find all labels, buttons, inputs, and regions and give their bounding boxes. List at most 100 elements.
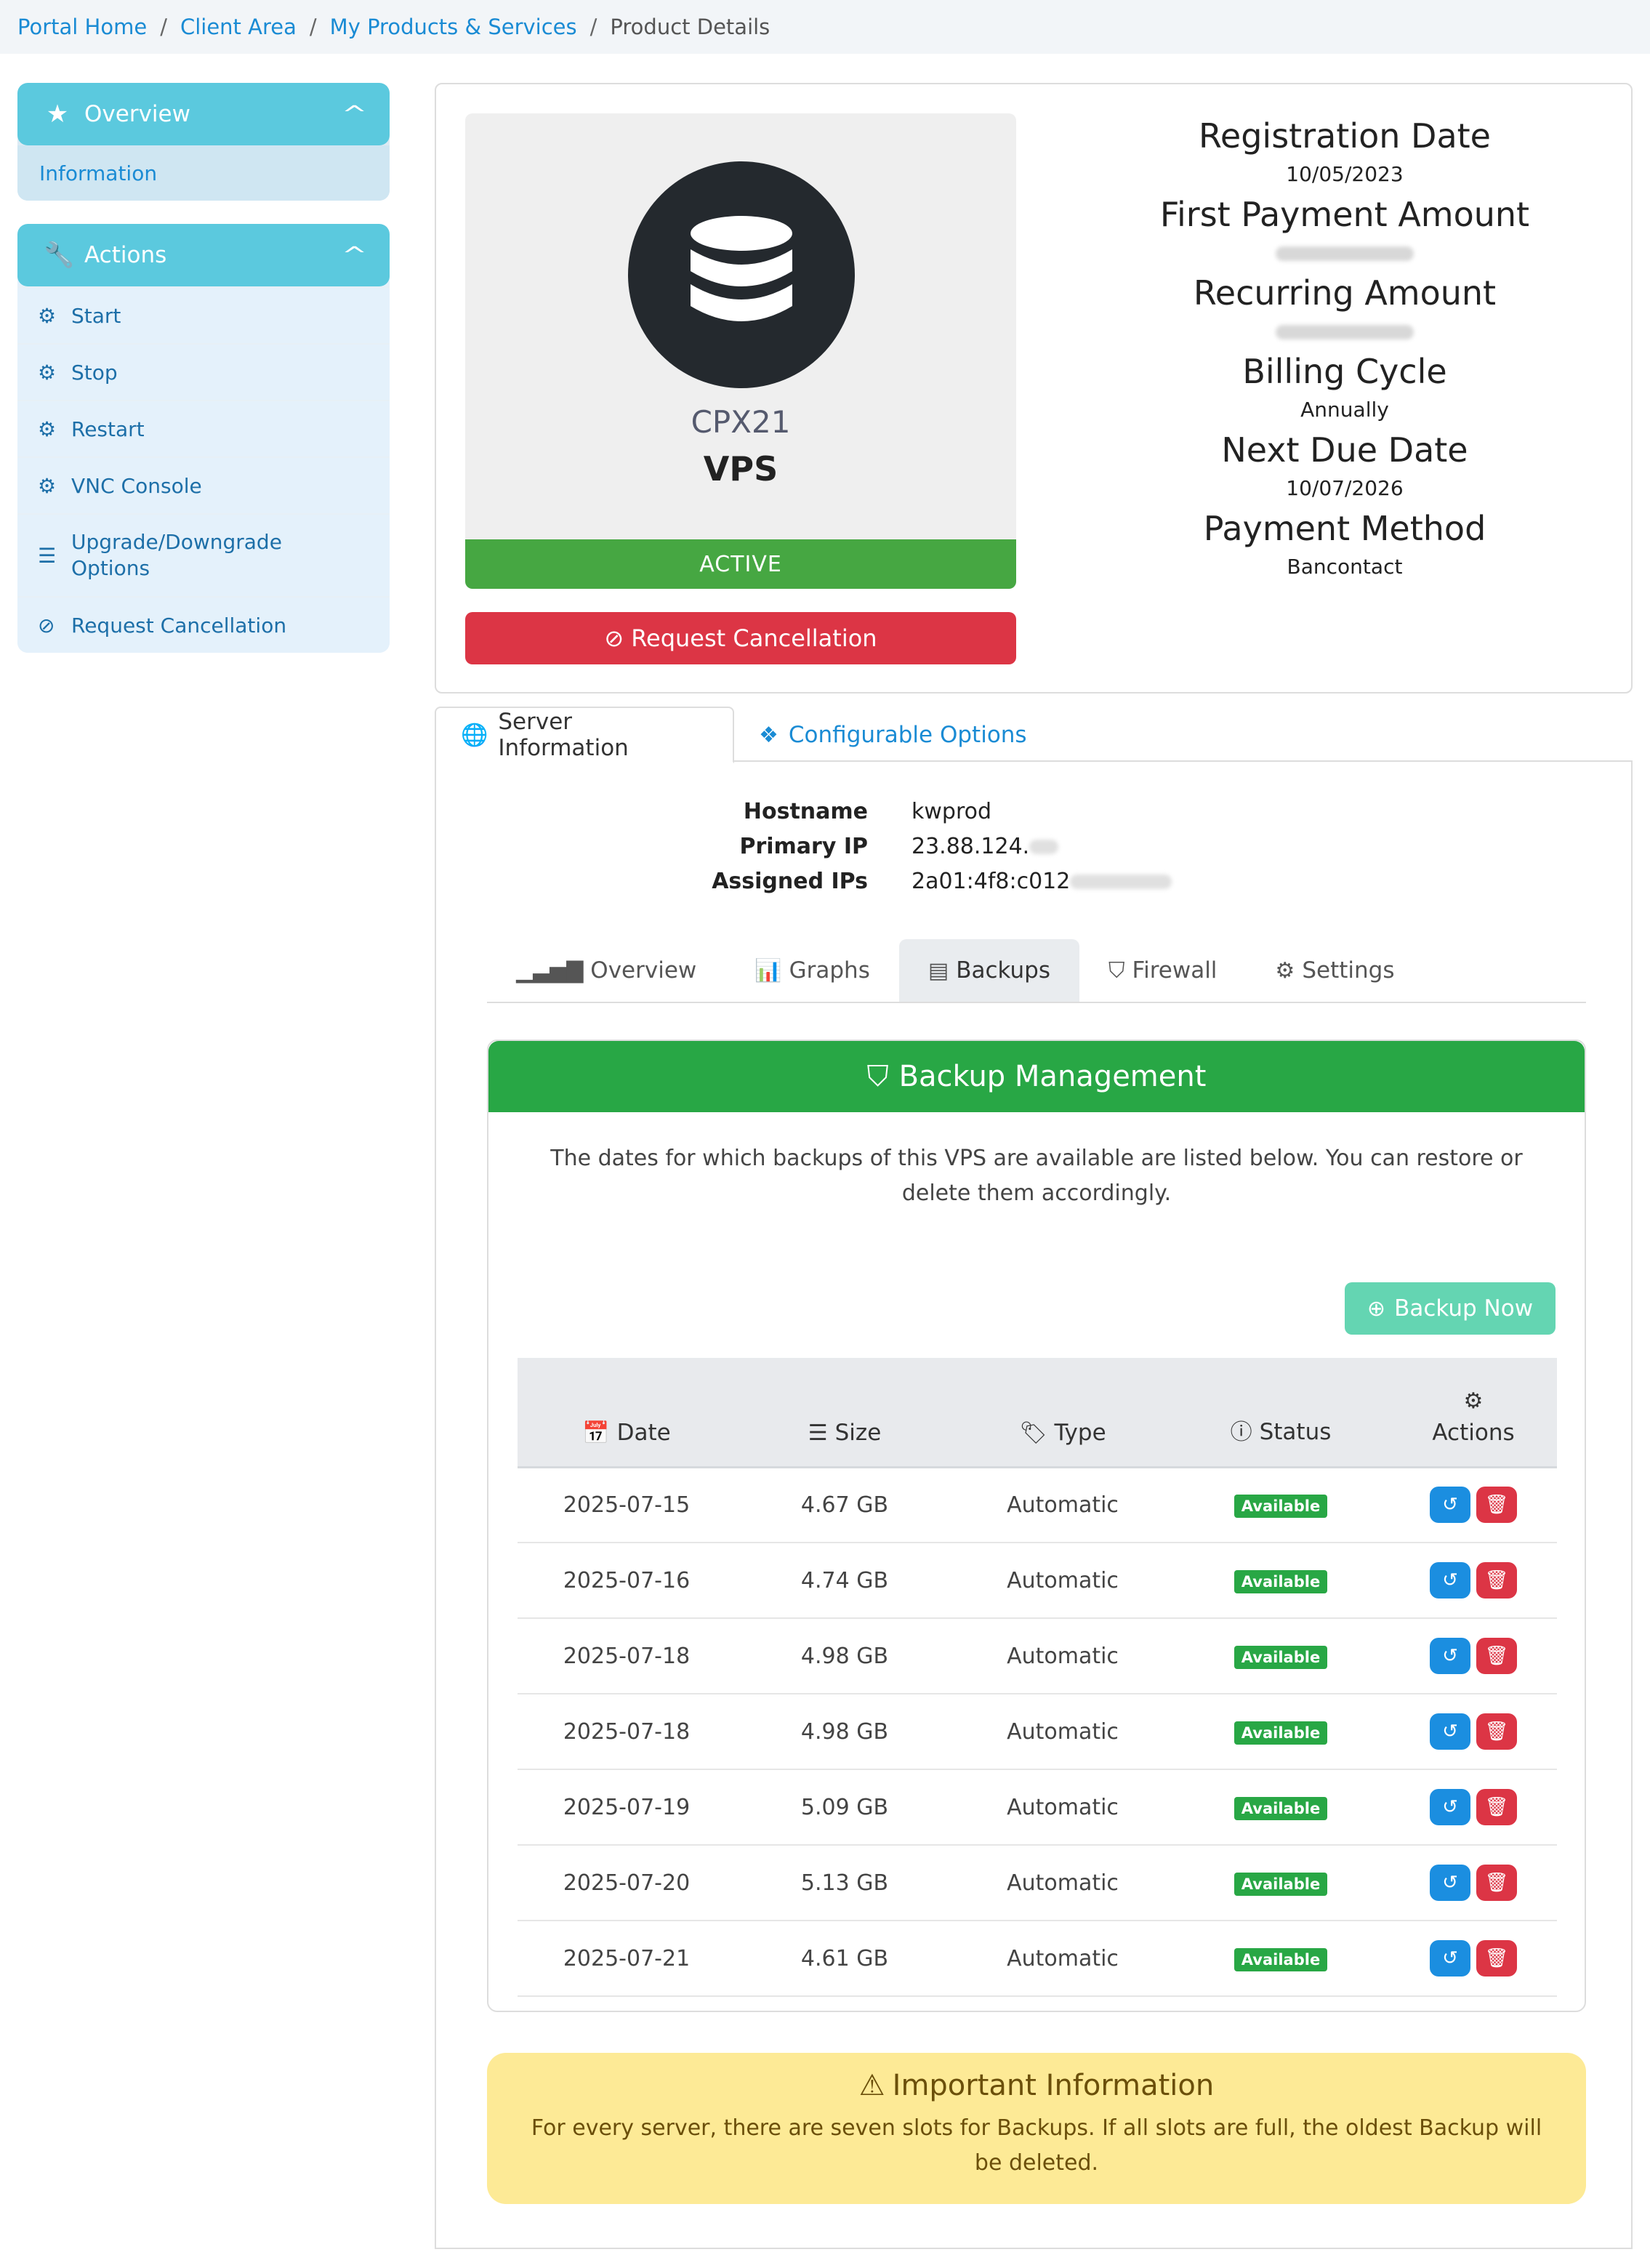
- delete-button[interactable]: 🗑: [1476, 1713, 1517, 1750]
- backup-now-button[interactable]: ⊕ Backup Now: [1345, 1282, 1556, 1335]
- backup-type: Automatic: [954, 1694, 1172, 1770]
- backup-status: Available: [1172, 1543, 1390, 1619]
- backup-type: Automatic: [954, 1769, 1172, 1846]
- trash-icon: 🗑: [1484, 1645, 1509, 1667]
- gear-icon: ⚙: [1275, 957, 1295, 984]
- important-information: ⚠ Important Information For every server,…: [487, 2053, 1586, 2204]
- backup-actions: ↺ 🗑: [1390, 1921, 1557, 1997]
- globe-icon: 🌐: [461, 722, 488, 748]
- column-label: Date: [616, 1419, 671, 1446]
- column-label: Actions: [1432, 1419, 1515, 1446]
- sidebar-overview-title: Overview: [84, 101, 190, 127]
- restore-button[interactable]: ↺: [1430, 1562, 1470, 1599]
- delete-button[interactable]: 🗑: [1476, 1789, 1517, 1825]
- backup-actions: ↺ 🗑: [1390, 1694, 1557, 1770]
- product-card: CPX21 VPS ACTIVE ⊘ Request Cancellation …: [435, 83, 1633, 693]
- backup-actions: ↺ 🗑: [1390, 1618, 1557, 1694]
- status-badge: Available: [1234, 1948, 1328, 1971]
- sidebar-item-stop[interactable]: ⚙ Stop: [17, 343, 390, 400]
- subtab-settings[interactable]: ⚙ Settings: [1246, 939, 1423, 1002]
- sidebar-item-information[interactable]: Information: [17, 145, 390, 201]
- backup-size: 4.98 GB: [736, 1694, 954, 1770]
- backup-type: Automatic: [954, 1467, 1172, 1543]
- wrench-icon: 🔧: [44, 241, 75, 270]
- table-header-row: 📅 Date ☰ Size 🏷 Type ⓘ Status ⚙ Actions: [518, 1358, 1557, 1468]
- backup-actions: ↺ 🗑: [1390, 1845, 1557, 1921]
- column-type: 🏷 Type: [954, 1358, 1172, 1468]
- backup-size: 4.61 GB: [736, 1921, 954, 1997]
- sidebar-item-start[interactable]: ⚙ Start: [17, 286, 390, 343]
- delete-button[interactable]: 🗑: [1476, 1487, 1517, 1524]
- backups-table: 📅 Date ☰ Size 🏷 Type ⓘ Status ⚙ Actions 2025-…: [518, 1358, 1557, 1997]
- sidebar-item-vnc-console[interactable]: ⚙ VNC Console: [17, 457, 390, 513]
- server-subtabs: ▁▃▅▇ Overview 📊 Graphs ▤ Backups ⛉ Firew…: [487, 939, 1586, 1003]
- subtab-firewall[interactable]: ⛉ Firewall: [1079, 939, 1246, 1002]
- restore-button[interactable]: ↺: [1430, 1789, 1470, 1825]
- gears-icon: ⚙: [1463, 1388, 1484, 1414]
- subtab-overview[interactable]: ▁▃▅▇ Overview: [487, 939, 725, 1002]
- backup-type: Automatic: [954, 1543, 1172, 1619]
- undo-icon: ↺: [1442, 1569, 1458, 1591]
- breadcrumb-portal-home[interactable]: Portal Home: [17, 15, 147, 39]
- subtab-graphs[interactable]: 📊 Graphs: [725, 939, 899, 1002]
- sidebar-item-label: Start: [71, 303, 121, 328]
- assigned-ips-value: 2a01:4f8:c012: [911, 869, 1172, 894]
- backup-actions: ↺ 🗑: [1390, 1467, 1557, 1543]
- star-icon: ★: [46, 100, 69, 129]
- restore-button[interactable]: ↺: [1430, 1940, 1470, 1977]
- delete-button[interactable]: 🗑: [1476, 1940, 1517, 1977]
- payment-method-value: Bancontact: [1287, 555, 1403, 579]
- status-badge: Available: [1234, 1570, 1328, 1593]
- delete-button[interactable]: 🗑: [1476, 1562, 1517, 1599]
- backup-now-label: Backup Now: [1394, 1295, 1534, 1322]
- backup-management-title: Backup Management: [898, 1060, 1207, 1093]
- sidebar-overview-header[interactable]: ★ Overview ^: [17, 83, 390, 145]
- sidebar-actions-header[interactable]: 🔧 Actions ^: [17, 224, 390, 286]
- primary-ip-value: 23.88.124.: [911, 834, 1059, 859]
- product-tabs: 🌐 Server Information ❖ Configurable Opti…: [435, 707, 1633, 763]
- important-text: For every server, there are seven slots …: [531, 2115, 1542, 2176]
- bar-chart-icon: 📊: [754, 957, 782, 984]
- backup-date: 2025-07-18: [518, 1618, 736, 1694]
- sidebar-item-label: Request Cancellation: [71, 613, 287, 638]
- recurring-amount-value: [1090, 315, 1599, 347]
- backup-actions: ↺ 🗑: [1390, 1769, 1557, 1846]
- restore-button[interactable]: ↺: [1430, 1713, 1470, 1750]
- delete-button[interactable]: 🗑: [1476, 1638, 1517, 1674]
- restore-button[interactable]: ↺: [1430, 1487, 1470, 1524]
- sidebar-overview-panel: ★ Overview ^ Information: [17, 83, 390, 201]
- sidebar-item-upgrade-downgrade[interactable]: ☰ Upgrade/Downgrade Options: [17, 513, 390, 596]
- column-date: 📅 Date: [518, 1358, 736, 1468]
- chevron-up-icon[interactable]: ^: [342, 102, 367, 127]
- backup-date: 2025-07-19: [518, 1769, 736, 1846]
- breadcrumb-my-products[interactable]: My Products & Services: [330, 15, 577, 39]
- backup-actions: ↺ 🗑: [1390, 1543, 1557, 1619]
- restore-button[interactable]: ↺: [1430, 1638, 1470, 1674]
- tab-server-information[interactable]: 🌐 Server Information: [435, 707, 734, 763]
- backup-type: Automatic: [954, 1618, 1172, 1694]
- redacted-value: [1276, 246, 1414, 261]
- delete-button[interactable]: 🗑: [1476, 1865, 1517, 1901]
- table-row: 2025-07-19 5.09 GB Automatic Available ↺ 🗑: [518, 1769, 1557, 1846]
- ban-icon: ⊘: [38, 613, 55, 638]
- sidebar-item-label: Restart: [71, 417, 145, 441]
- sidebar-item-label: VNC Console: [71, 473, 202, 498]
- undo-icon: ↺: [1442, 1947, 1458, 1969]
- backup-management-panel: ⛉ Backup Management The dates for which …: [487, 1040, 1586, 2012]
- subtab-backups[interactable]: ▤ Backups: [898, 939, 1080, 1002]
- backup-size: 4.67 GB: [736, 1467, 954, 1543]
- request-cancellation-button[interactable]: ⊘ Request Cancellation: [465, 612, 1016, 664]
- backup-size: 5.13 GB: [736, 1845, 954, 1921]
- sidebar-item-restart[interactable]: ⚙ Restart: [17, 400, 390, 457]
- breadcrumb-client-area[interactable]: Client Area: [180, 15, 297, 39]
- restore-button[interactable]: ↺: [1430, 1865, 1470, 1901]
- sidebar-item-request-cancellation[interactable]: ⊘ Request Cancellation: [17, 596, 390, 653]
- breadcrumb-current: Product Details: [610, 15, 770, 39]
- tab-configurable-options[interactable]: ❖ Configurable Options: [734, 707, 1052, 763]
- chevron-up-icon[interactable]: ^: [342, 243, 367, 268]
- hostname-label: Hostname: [743, 798, 868, 824]
- backup-date: 2025-07-18: [518, 1694, 736, 1770]
- important-title: Important Information: [892, 2069, 1215, 2102]
- backup-size: 4.98 GB: [736, 1618, 954, 1694]
- redacted-value: [1276, 325, 1414, 339]
